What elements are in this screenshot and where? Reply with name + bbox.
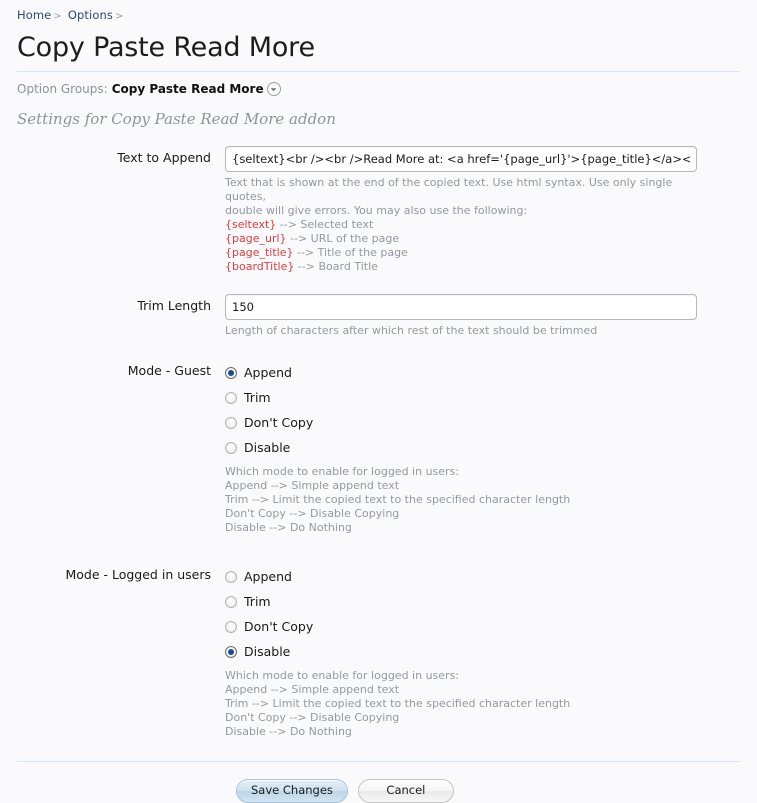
radio-icon[interactable]	[225, 571, 237, 583]
page-root: Home > Options > Copy Paste Read More Optio…	[0, 0, 757, 803]
page-subtitle: Settings for Copy Paste Read More addon	[17, 110, 336, 128]
token-line: {boardTitle} --> Board Title	[225, 260, 705, 274]
breadcrumb-separator: >	[114, 11, 124, 22]
hint-line: Text that is shown at the end of the cop…	[225, 176, 673, 203]
hint-line: double will give errors. You may also us…	[225, 204, 528, 217]
breadcrumb: Home > Options >	[17, 0, 740, 24]
radio-label: Disable	[244, 440, 291, 455]
token-line: {page_title} --> Title of the page	[225, 246, 705, 260]
option-groups-row: Option Groups: Copy Paste Read More	[17, 81, 740, 97]
title-divider	[17, 71, 740, 72]
radio-option-logged-append[interactable]: Append	[225, 565, 740, 589]
field-row-text-to-append: Text to Append Text that is shown at the…	[17, 146, 740, 274]
radio-icon[interactable]	[225, 417, 237, 429]
hint-line: Don't Copy --> Disable Copying	[225, 711, 400, 724]
label-mode-logged-in: Mode - Logged in users	[65, 567, 211, 582]
hint-mode-guest: Which mode to enable for logged in users…	[225, 465, 705, 535]
field-row-trim-length: Trim Length Length of characters after w…	[17, 294, 740, 338]
token-desc: --> Board Title	[297, 260, 378, 273]
radio-label: Don't Copy	[244, 415, 314, 430]
settings-form: Text to Append Text that is shown at the…	[17, 146, 740, 739]
token-page-url: {page_url}	[225, 232, 287, 245]
radio-option-logged-dont-copy[interactable]: Don't Copy	[225, 615, 740, 639]
option-groups-value[interactable]: Copy Paste Read More	[112, 81, 264, 97]
radio-icon[interactable]	[225, 596, 237, 608]
breadcrumb-separator: >	[53, 11, 62, 22]
save-changes-button[interactable]: Save Changes	[236, 779, 348, 803]
hint-line: Don't Copy --> Disable Copying	[225, 507, 400, 520]
footer-divider	[17, 761, 740, 762]
token-line: {page_url} --> URL of the page	[225, 232, 705, 246]
hint-mode-logged-in: Which mode to enable for logged in users…	[225, 669, 705, 739]
hint-text-to-append: Text that is shown at the end of the cop…	[225, 176, 705, 274]
hint-trim-length: Length of characters after which rest of…	[225, 324, 598, 337]
radio-option-guest-disable[interactable]: Disable	[225, 436, 740, 460]
radio-icon[interactable]	[225, 646, 237, 658]
hint-line: Append --> Simple append text	[225, 683, 400, 696]
hint-line: Append --> Simple append text	[225, 479, 400, 492]
token-desc: --> URL of the page	[290, 232, 400, 245]
radio-option-logged-trim[interactable]: Trim	[225, 590, 740, 614]
token-seltext: {seltext}	[225, 218, 277, 231]
option-groups-label: Option Groups:	[17, 82, 108, 96]
radio-icon[interactable]	[225, 367, 237, 379]
radio-group-mode-guest: Append Trim Don't Copy Disable	[225, 361, 740, 460]
hint-line: Trim --> Limit the copied text to the sp…	[225, 697, 571, 710]
token-line: {seltext} --> Selected text	[225, 218, 705, 232]
radio-label: Disable	[244, 644, 291, 659]
chevron-down-icon[interactable]	[266, 82, 281, 96]
radio-option-guest-trim[interactable]: Trim	[225, 386, 740, 410]
radio-label: Don't Copy	[244, 619, 314, 634]
hint-line: Trim --> Limit the copied text to the sp…	[225, 493, 571, 506]
token-desc: --> Title of the page	[296, 246, 408, 259]
text-to-append-input[interactable]	[225, 146, 697, 172]
hint-line: Which mode to enable for logged in users…	[225, 465, 460, 478]
radio-label: Trim	[244, 390, 271, 405]
radio-group-mode-logged-in: Append Trim Don't Copy Disable	[225, 565, 740, 664]
radio-option-guest-append[interactable]: Append	[225, 361, 740, 385]
hint-line: Disable --> Do Nothing	[225, 725, 352, 738]
field-row-mode-logged-in: Mode - Logged in users Append Trim Don't…	[17, 563, 740, 739]
cancel-button[interactable]: Cancel	[357, 779, 454, 803]
radio-icon[interactable]	[225, 621, 237, 633]
radio-label: Append	[244, 365, 292, 380]
page-title: Copy Paste Read More	[17, 32, 315, 63]
breadcrumb-item-home[interactable]: Home	[17, 8, 51, 22]
token-desc: --> Selected text	[279, 218, 374, 231]
radio-option-logged-disable[interactable]: Disable	[225, 640, 740, 664]
radio-label: Trim	[244, 594, 271, 609]
label-trim-length: Trim Length	[137, 298, 211, 313]
hint-line: Which mode to enable for logged in users…	[225, 669, 460, 682]
token-page-title: {page_title}	[225, 246, 294, 259]
hint-line: Disable --> Do Nothing	[225, 521, 352, 534]
token-board-title: {boardTitle}	[225, 260, 295, 273]
label-mode-guest: Mode - Guest	[127, 363, 211, 378]
field-row-mode-guest: Mode - Guest Append Trim Don't Copy Disa…	[17, 359, 740, 535]
radio-icon[interactable]	[225, 392, 237, 404]
breadcrumb-item-options[interactable]: Options	[68, 8, 113, 22]
radio-label: Append	[244, 569, 292, 584]
label-text-to-append: Text to Append	[117, 150, 211, 165]
radio-icon[interactable]	[225, 442, 237, 454]
trim-length-input[interactable]	[225, 294, 697, 320]
radio-option-guest-dont-copy[interactable]: Don't Copy	[225, 411, 740, 435]
form-actions: Save Changes Cancel	[17, 779, 740, 803]
